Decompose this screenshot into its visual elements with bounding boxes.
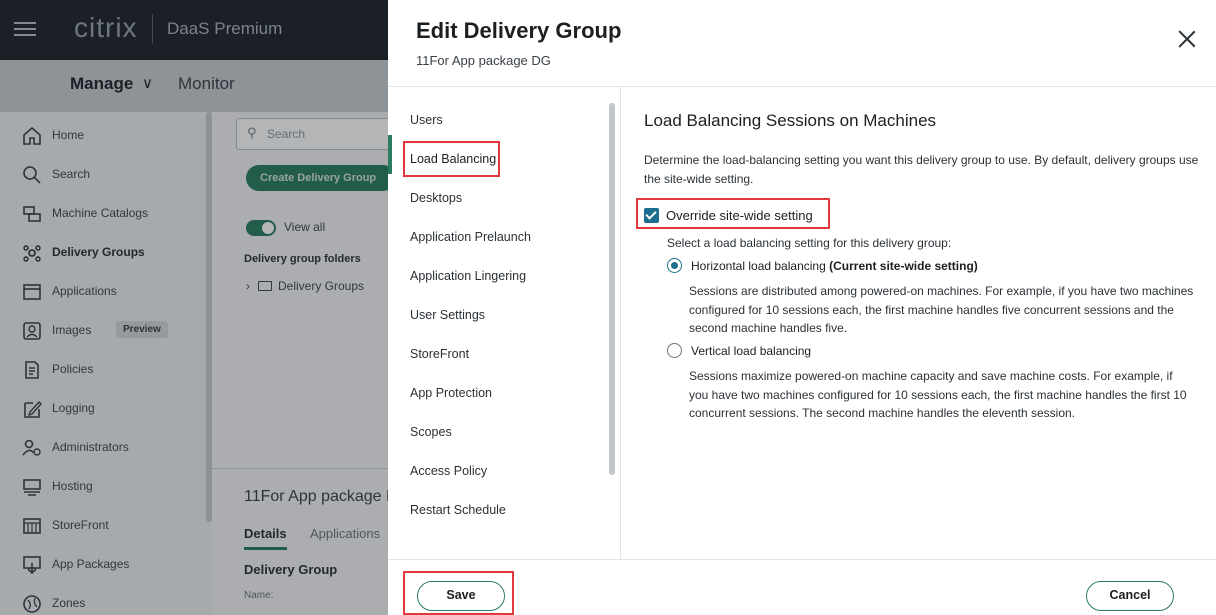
active-step-indicator bbox=[388, 135, 392, 174]
modal-overlay bbox=[0, 0, 388, 615]
step-access-policy[interactable]: Access Policy bbox=[410, 464, 487, 478]
current-setting-note: (Current site-wide setting) bbox=[829, 259, 978, 273]
horizontal-radio[interactable] bbox=[667, 258, 682, 273]
horizontal-description: Sessions are distributed among powered-o… bbox=[689, 284, 1194, 335]
dialog-title: Edit Delivery Group bbox=[416, 18, 622, 43]
section-description: Determine the load-balancing setting you… bbox=[644, 153, 1199, 186]
step-desktops[interactable]: Desktops bbox=[410, 191, 462, 205]
close-icon[interactable] bbox=[1176, 28, 1198, 50]
wizard-steps: Users Load Balancing Desktops Applicatio… bbox=[388, 87, 621, 559]
override-checkbox[interactable] bbox=[644, 208, 659, 223]
cancel-button[interactable]: Cancel bbox=[1086, 581, 1174, 611]
select-setting-label: Select a load balancing setting for this… bbox=[667, 236, 952, 250]
step-storefront[interactable]: StoreFront bbox=[410, 347, 469, 361]
horizontal-label[interactable]: Horizontal load balancing (Current site-… bbox=[691, 259, 978, 273]
step-scopes[interactable]: Scopes bbox=[410, 425, 452, 439]
vertical-description: Sessions maximize powered-on machine cap… bbox=[689, 369, 1187, 420]
dialog-body: Users Load Balancing Desktops Applicatio… bbox=[388, 86, 1216, 560]
step-user-settings[interactable]: User Settings bbox=[410, 308, 485, 322]
step-load-balancing[interactable]: Load Balancing bbox=[410, 152, 496, 166]
vertical-label[interactable]: Vertical load balancing bbox=[691, 344, 811, 358]
override-label[interactable]: Override site-wide setting bbox=[666, 208, 813, 223]
vertical-radio[interactable] bbox=[667, 343, 682, 358]
edit-delivery-group-dialog: Edit Delivery Group 11For App package DG… bbox=[388, 0, 1216, 615]
step-application-prelaunch[interactable]: Application Prelaunch bbox=[410, 230, 531, 244]
step-restart-schedule[interactable]: Restart Schedule bbox=[410, 503, 506, 517]
save-button[interactable]: Save bbox=[417, 581, 505, 611]
step-application-lingering[interactable]: Application Lingering bbox=[410, 269, 526, 283]
step-content: Load Balancing Sessions on Machines Dete… bbox=[622, 87, 1216, 559]
step-app-protection[interactable]: App Protection bbox=[410, 386, 492, 400]
step-users[interactable]: Users bbox=[410, 113, 443, 127]
section-title: Load Balancing Sessions on Machines bbox=[644, 111, 937, 130]
horizontal-label-text: Horizontal load balancing bbox=[691, 259, 826, 273]
dialog-subtitle: 11For App package DG bbox=[416, 53, 551, 68]
steps-scrollbar[interactable] bbox=[609, 103, 615, 475]
